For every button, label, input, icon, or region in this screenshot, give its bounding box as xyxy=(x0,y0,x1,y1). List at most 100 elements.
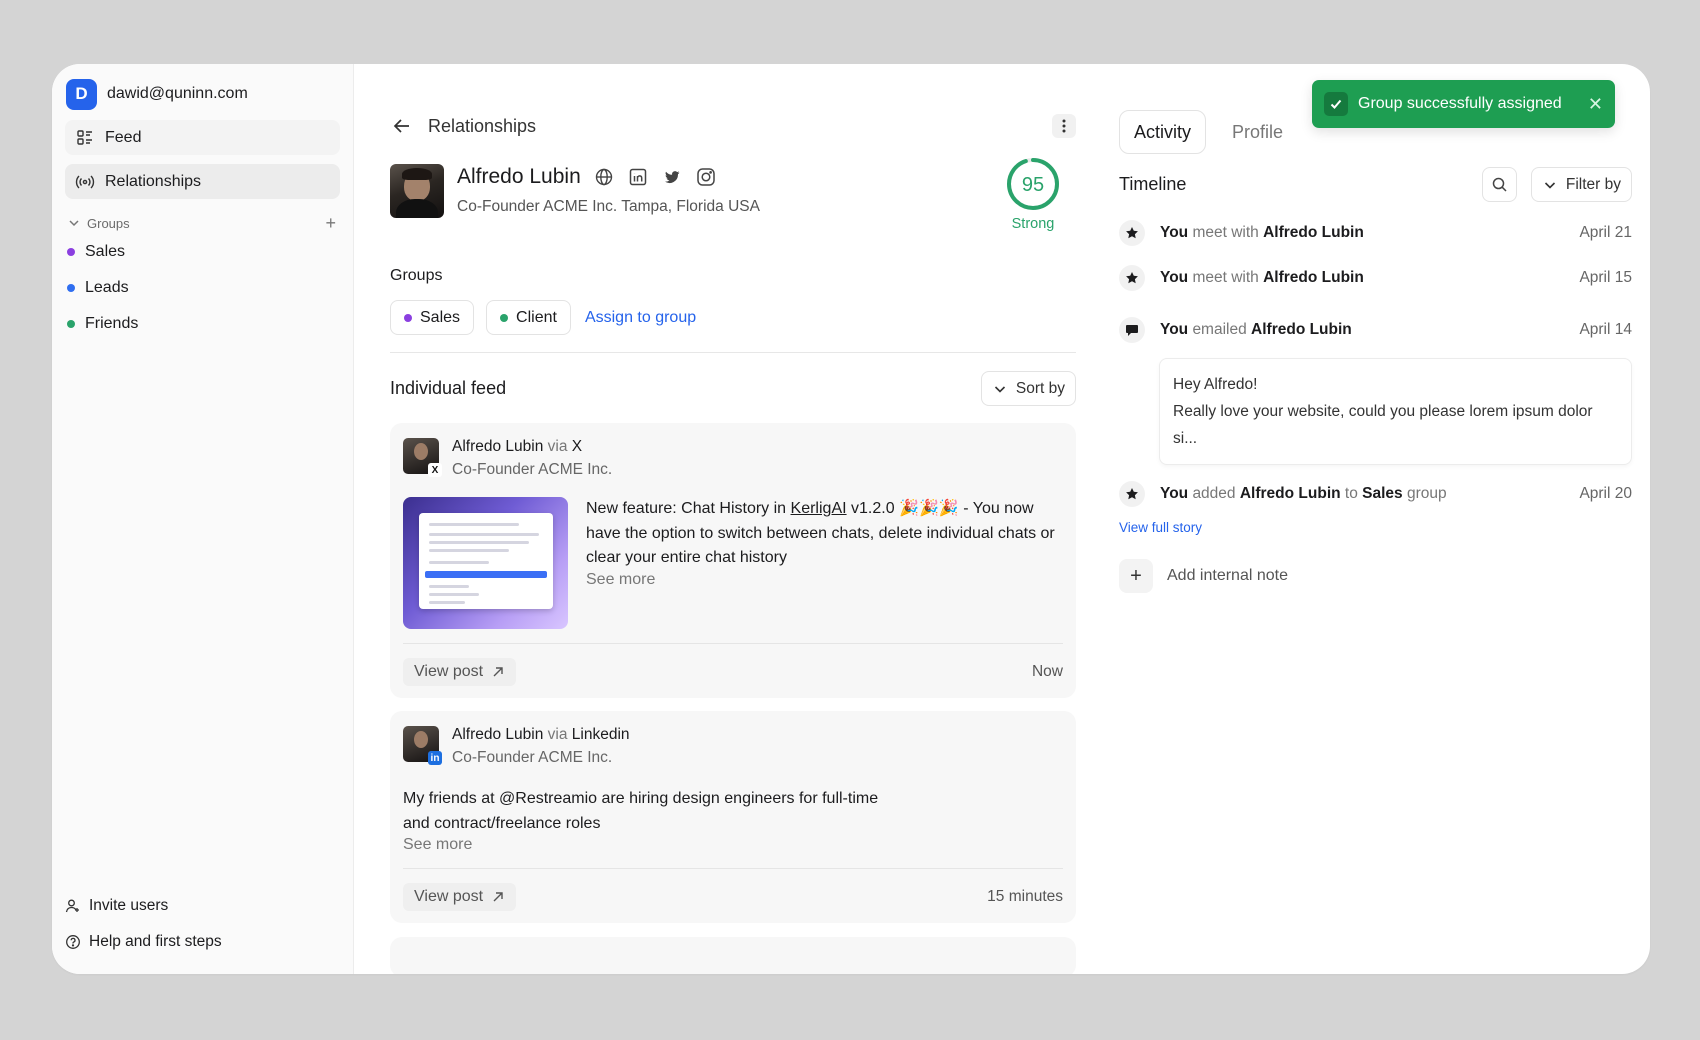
see-more-link[interactable]: See more xyxy=(586,571,1063,589)
feed-post-card: in Alfredo Lubin via Linkedin Co-Founder… xyxy=(390,711,1076,923)
star-icon xyxy=(1119,481,1145,507)
star-icon xyxy=(1119,265,1145,291)
message-icon xyxy=(1119,317,1145,343)
group-chip-sales[interactable]: Sales xyxy=(390,300,475,335)
view-post-button[interactable]: View post xyxy=(403,658,517,686)
post-author-avatar: in xyxy=(403,726,442,765)
feed-list-icon xyxy=(77,129,92,145)
page-header: Relationships xyxy=(390,107,1076,145)
filter-by-button[interactable]: Filter by xyxy=(1530,167,1632,202)
view-post-label: View post xyxy=(414,663,484,680)
timeline-date: April 21 xyxy=(1579,224,1632,241)
search-icon xyxy=(1492,177,1507,192)
close-icon[interactable]: ✕ xyxy=(1588,94,1603,115)
user-plus-icon xyxy=(65,899,79,913)
twitter-icon[interactable] xyxy=(661,166,683,188)
group-chip-client[interactable]: Client xyxy=(486,300,571,335)
feed-post-card: X Alfredo Lubin via X Co-Founder ACME In… xyxy=(390,423,1076,698)
back-arrow-icon[interactable] xyxy=(390,114,414,138)
group-chips: Sales Client Assign to group xyxy=(390,300,1076,353)
more-options-button[interactable] xyxy=(1052,114,1076,138)
assign-to-group-link[interactable]: Assign to group xyxy=(585,309,696,327)
view-post-button[interactable]: View post xyxy=(403,883,517,911)
filter-by-label: Filter by xyxy=(1565,175,1621,193)
sidebar: D dawid@quninn.com Feed Relationships Gr… xyxy=(52,64,354,974)
add-group-icon[interactable]: + xyxy=(325,213,336,234)
sidebar-item-relationships[interactable]: Relationships xyxy=(65,164,340,199)
timeline-item[interactable]: You added Alfredo Lubin to Sales group A… xyxy=(1119,481,1632,507)
contact-avatar xyxy=(390,164,444,218)
linkedin-icon[interactable] xyxy=(627,166,649,188)
sidebar-group-sales[interactable]: Sales xyxy=(65,234,340,269)
sidebar-footer: Invite users Help and first steps xyxy=(65,888,222,960)
score-ring: 95 xyxy=(1007,158,1059,210)
add-note-label: Add internal note xyxy=(1167,567,1288,584)
group-label: Friends xyxy=(85,314,139,332)
post-text: New feature: Chat History in KerligAI v1… xyxy=(586,500,1055,566)
account-avatar: D xyxy=(66,78,97,110)
timeline-item[interactable]: You meet with Alfredo Lubin April 15 xyxy=(1119,265,1632,291)
post-source: X xyxy=(571,438,583,455)
groups-section-label: Groups xyxy=(87,215,130,231)
sidebar-group-friends[interactable]: Friends xyxy=(65,306,340,341)
timeline-item[interactable]: You emailed Alfredo Lubin April 14 xyxy=(1119,317,1632,343)
sidebar-group-leads[interactable]: Leads xyxy=(65,270,340,305)
add-internal-note[interactable]: + Add internal note xyxy=(1119,559,1632,593)
email-line: Hey Alfredo! xyxy=(1173,376,1258,393)
account-email: dawid@quninn.com xyxy=(107,85,248,102)
score-value: 95 xyxy=(1022,174,1044,196)
group-color-dot xyxy=(67,319,75,328)
post-time: 15 minutes xyxy=(987,888,1063,905)
help-link[interactable]: Help and first steps xyxy=(65,924,222,960)
view-full-story-link[interactable]: View full story xyxy=(1119,520,1632,535)
sort-by-label: Sort by xyxy=(1015,379,1065,397)
app-window: D dawid@quninn.com Feed Relationships Gr… xyxy=(52,64,1650,974)
toast-message: Group successfully assigned xyxy=(1358,95,1562,112)
account-switcher[interactable]: D dawid@quninn.com xyxy=(65,78,340,110)
timeline-date: April 20 xyxy=(1579,485,1632,502)
timeline-search-button[interactable] xyxy=(1481,167,1517,202)
view-post-label: View post xyxy=(414,888,484,905)
groups-section-header[interactable]: Groups + xyxy=(65,213,340,233)
external-link-icon xyxy=(493,667,503,677)
tab-profile[interactable]: Profile xyxy=(1218,110,1297,154)
relationship-score: 95 Strong xyxy=(998,156,1068,232)
sidebar-item-feed[interactable]: Feed xyxy=(65,120,340,155)
website-icon[interactable] xyxy=(593,166,615,188)
tab-activity[interactable]: Activity xyxy=(1119,110,1207,154)
email-preview[interactable]: Hey Alfredo! Really love your website, c… xyxy=(1159,358,1632,465)
post-link[interactable]: KerligAI xyxy=(791,500,847,517)
post-author-avatar: X xyxy=(403,438,442,477)
group-color-dot xyxy=(67,247,75,256)
post-text: My friends at @Restreamio are hiring des… xyxy=(403,790,879,832)
see-more-link[interactable]: See more xyxy=(403,836,1063,854)
chip-label: Sales xyxy=(420,308,461,326)
contact-profile-header: Alfredo Lubin Co-Founder ACME Inc. Tampa… xyxy=(390,158,1076,234)
success-toast: Group successfully assigned ✕ xyxy=(1312,80,1615,128)
broadcast-icon xyxy=(75,175,95,188)
sidebar-nav: Feed Relationships xyxy=(65,120,340,199)
group-color-dot xyxy=(500,313,509,322)
invite-users-link[interactable]: Invite users xyxy=(65,888,222,924)
sort-by-button[interactable]: Sort by xyxy=(980,371,1076,406)
feed-post-card-partial xyxy=(390,937,1076,974)
via-label: via xyxy=(547,438,568,455)
help-circle-icon xyxy=(66,935,80,949)
score-label: Strong xyxy=(1011,216,1055,232)
email-line: Really love your website, could you plea… xyxy=(1173,403,1593,447)
chevron-down-icon xyxy=(1544,181,1555,189)
group-list: Sales Leads Friends xyxy=(65,234,340,341)
post-thumbnail[interactable] xyxy=(403,497,568,629)
post-time: Now xyxy=(1031,663,1063,680)
timeline-item[interactable]: You meet with Alfredo Lubin April 21 xyxy=(1119,220,1632,246)
sidebar-item-label: Relationships xyxy=(105,172,202,190)
sidebar-item-label: Feed xyxy=(105,128,142,146)
kebab-icon xyxy=(1062,119,1066,133)
contact-subtitle: Co-Founder ACME Inc. Tampa, Florida USA xyxy=(457,198,760,215)
timeline-date: April 14 xyxy=(1579,321,1632,338)
external-link-icon xyxy=(493,892,503,902)
instagram-icon[interactable] xyxy=(695,166,717,188)
invite-users-label: Invite users xyxy=(89,897,169,914)
plus-icon: + xyxy=(1119,559,1153,593)
activity-panel: Activity Profile Timeline Filter by You … xyxy=(1114,64,1650,974)
